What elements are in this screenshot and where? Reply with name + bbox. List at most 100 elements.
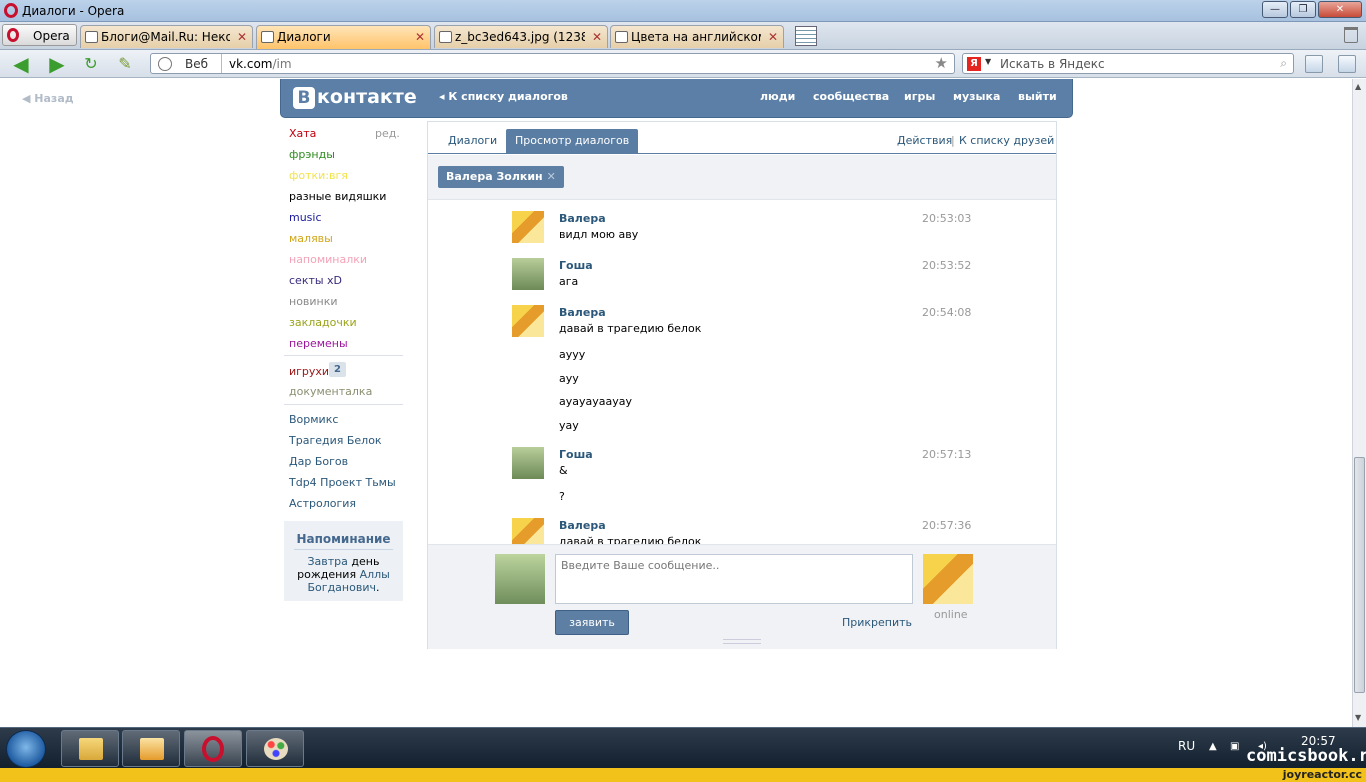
nav-games[interactable]: игры xyxy=(904,90,935,103)
message-text: ayy xyxy=(559,372,579,385)
bookmark-star-icon[interactable]: ★ xyxy=(935,54,948,72)
taskbar-media[interactable] xyxy=(122,730,180,767)
chevron-down-icon[interactable]: ▼ xyxy=(985,57,991,66)
tab-view-dialogs[interactable]: Просмотр диалогов xyxy=(506,129,639,154)
menu-app-link[interactable]: Астрология xyxy=(289,497,356,510)
tab-colors[interactable]: Цвета на английском ... ✕ xyxy=(610,25,784,48)
new-tab-button[interactable] xyxy=(795,26,817,46)
forward-arrow-icon[interactable]: ▶ xyxy=(44,53,70,75)
menu-item[interactable]: секты xD xyxy=(289,274,342,287)
menu-item[interactable]: music xyxy=(289,211,322,224)
my-avatar[interactable] xyxy=(495,554,545,604)
recipient-avatar[interactable] xyxy=(923,554,973,604)
scroll-down-arrow-icon[interactable]: ▼ xyxy=(1355,713,1361,722)
reminder-link-tomorrow[interactable]: Завтра xyxy=(308,555,348,568)
menu-item[interactable]: фотки:вгя xyxy=(289,169,348,182)
message-author[interactable]: Валера xyxy=(559,212,606,225)
tab-close-icon[interactable]: ✕ xyxy=(415,26,425,48)
back-arrow-icon[interactable]: ◀ xyxy=(8,53,34,75)
menu-app-link[interactable]: Трагедия Белок xyxy=(289,434,382,447)
close-icon[interactable]: ✕ xyxy=(547,170,556,183)
message-author[interactable]: Гоша xyxy=(559,448,593,461)
opera-menu-button[interactable]: Opera xyxy=(2,24,77,46)
recipient-chip[interactable]: Валера Золкин ✕ xyxy=(438,166,564,188)
language-indicator[interactable]: RU xyxy=(1178,739,1195,753)
start-button[interactable] xyxy=(6,730,46,768)
menu-item[interactable]: малявы xyxy=(289,232,333,245)
vk-logo[interactable]: Вконтакте xyxy=(293,86,417,109)
search-field[interactable]: Я ▼ Искать в Яндекс ⌕ xyxy=(962,53,1294,74)
tab-blogs[interactable]: Блоги@Mail.Ru: Неко... ✕ xyxy=(80,25,253,48)
tab-dialogs[interactable]: Диалоги ✕ xyxy=(256,25,431,49)
url-field[interactable]: Веб vk.com/im ★ xyxy=(150,53,955,74)
menu-item-games[interactable]: игрухи xyxy=(289,365,329,378)
nav-people[interactable]: люди xyxy=(760,90,795,103)
maximize-button[interactable]: ❐ xyxy=(1290,1,1316,18)
menu-app-link[interactable]: Вормикс xyxy=(289,413,338,426)
message-author[interactable]: Валера xyxy=(559,306,606,319)
resize-grip[interactable] xyxy=(723,639,761,644)
menu-item[interactable]: Хата xyxy=(289,127,316,140)
message-input[interactable]: Введите Ваше сообщение.. xyxy=(555,554,913,604)
tab-image[interactable]: z_bc3ed643.jpg (1238×... ✕ xyxy=(434,25,608,48)
taskbar-explorer[interactable] xyxy=(61,730,119,767)
taskbar-paint[interactable] xyxy=(246,730,304,767)
edit-menu-link[interactable]: ред. xyxy=(375,127,400,140)
menu-item[interactable]: разные видяшки xyxy=(289,190,386,203)
avatar[interactable] xyxy=(512,211,544,243)
menu-app-link[interactable]: Tdp4 Проект Тьмы xyxy=(289,476,396,489)
send-button[interactable]: заявить xyxy=(555,610,629,635)
tab-bar: Opera Блоги@Mail.Ru: Неко... ✕ Диалоги ✕… xyxy=(0,22,1366,50)
tab-close-icon[interactable]: ✕ xyxy=(592,26,602,48)
wand-icon[interactable]: ✎ xyxy=(112,53,138,75)
nav-logout[interactable]: выйти xyxy=(1018,90,1057,103)
back-to-dialogs-link[interactable]: ◂ К списку диалогов xyxy=(439,90,568,103)
yandex-icon[interactable]: Я xyxy=(967,57,981,71)
nav-music[interactable]: музыка xyxy=(953,90,1000,103)
friends-list-link[interactable]: К списку друзей xyxy=(959,134,1054,147)
message-time: 20:53:52 xyxy=(922,259,972,272)
reminder-link-name[interactable]: Аллы xyxy=(360,568,390,581)
menu-app-link[interactable]: Дар Богов xyxy=(289,455,348,468)
url-text[interactable]: vk.com/im xyxy=(229,57,292,71)
avatar[interactable] xyxy=(512,518,544,546)
tab-close-icon[interactable]: ✕ xyxy=(237,26,247,48)
tab-dialogs-list[interactable]: Диалоги xyxy=(448,134,497,147)
menu-item[interactable]: документалка xyxy=(289,385,372,398)
avatar[interactable] xyxy=(512,258,544,290)
reload-icon[interactable]: ↻ xyxy=(78,53,104,75)
menu-item[interactable]: напоминалки xyxy=(289,253,367,266)
search-icon[interactable]: ⌕ xyxy=(1280,56,1287,71)
message-text: ага xyxy=(559,275,579,288)
trash-icon[interactable] xyxy=(1344,27,1358,43)
menu-item[interactable]: новинки xyxy=(289,295,338,308)
window-title: Диалоги - Opera xyxy=(22,4,125,18)
avatar[interactable] xyxy=(512,305,544,337)
url-divider xyxy=(221,54,222,73)
page-scrollbar[interactable]: ▲ ▼ xyxy=(1352,79,1366,727)
menu-item[interactable]: фрэнды xyxy=(289,148,335,161)
attach-link[interactable]: Прикрепить xyxy=(842,616,912,629)
message-author[interactable]: Валера xyxy=(559,519,606,532)
tab-close-icon[interactable]: ✕ xyxy=(768,26,778,48)
message-list[interactable]: Валера 20:53:03 видл мою аву Гоша 20:53:… xyxy=(428,202,1056,546)
minimize-button[interactable]: — xyxy=(1262,1,1288,18)
message-author[interactable]: Гоша xyxy=(559,259,593,272)
page-back-link[interactable]: ◀ Назад xyxy=(22,92,74,105)
download-icon[interactable] xyxy=(1338,55,1356,73)
scroll-up-arrow-icon[interactable]: ▲ xyxy=(1355,82,1361,91)
reminder-link-surname[interactable]: Богданович xyxy=(308,581,376,594)
tray-expand-icon[interactable]: ▲ xyxy=(1209,741,1217,752)
close-window-button[interactable]: ✕ xyxy=(1318,1,1362,18)
menu-item[interactable]: перемены xyxy=(289,337,348,350)
menu-item[interactable]: закладочки xyxy=(289,316,357,329)
composer: Введите Ваше сообщение.. online заявить … xyxy=(428,544,1056,649)
panel-icon[interactable] xyxy=(1305,55,1323,73)
network-icon[interactable]: ▣ xyxy=(1230,741,1239,752)
nav-communities[interactable]: сообщества xyxy=(813,90,889,103)
scrollbar-thumb[interactable] xyxy=(1354,457,1365,693)
taskbar-opera[interactable] xyxy=(184,730,242,767)
avatar[interactable] xyxy=(512,447,544,479)
actions-link[interactable]: Действия xyxy=(897,134,952,147)
reminder-box: Напоминание Завтра день рождения Аллы Бо… xyxy=(284,521,403,601)
